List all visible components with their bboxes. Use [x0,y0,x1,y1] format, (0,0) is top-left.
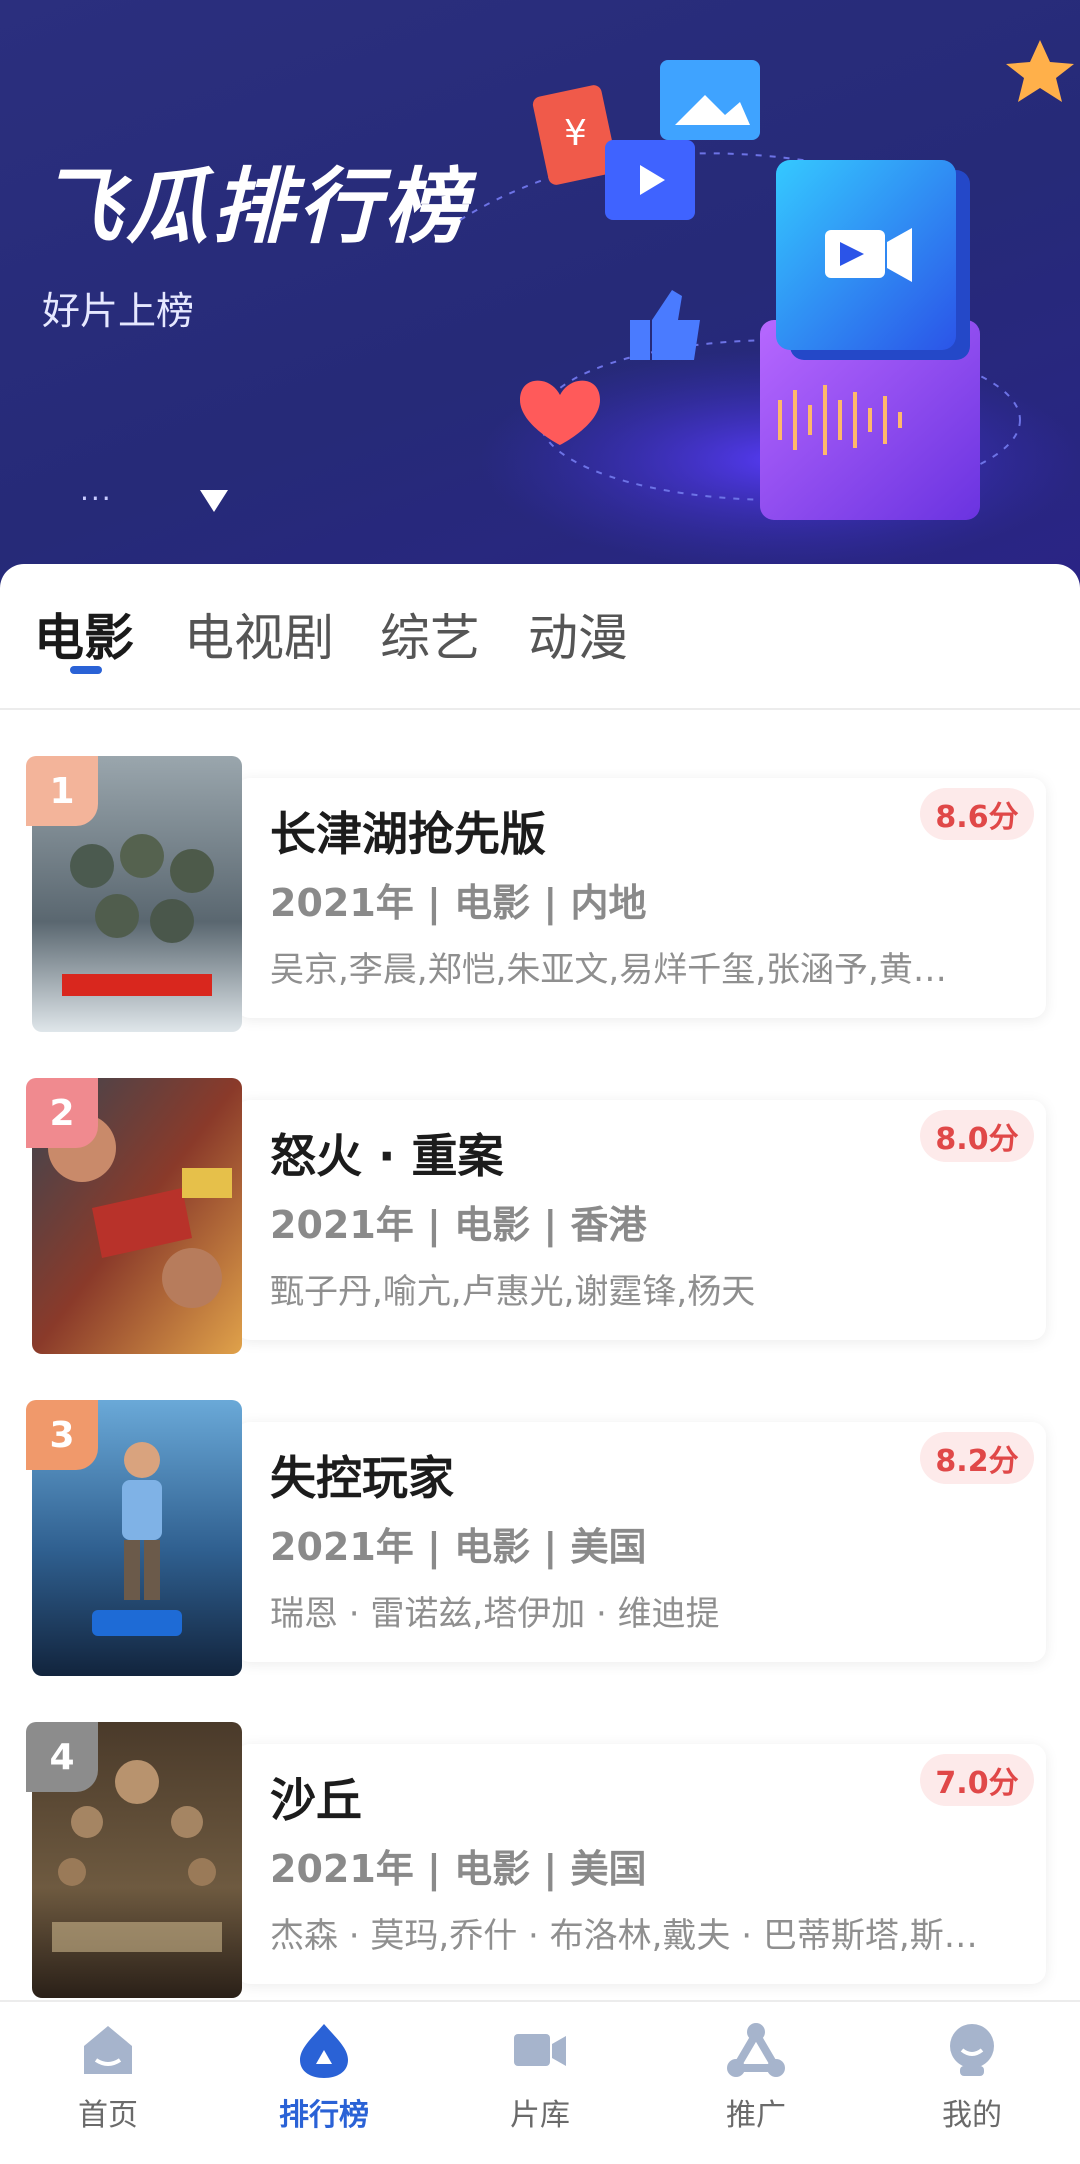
nav-library[interactable]: 片库 [460,2020,620,2140]
movie-cast: 瑞恩 · 雷诺兹,塔伊加 · 维迪提 [270,1594,720,1634]
movie-cast: 吴京,李晨,郑恺,朱亚文,易烊千玺,张涵予,黄… [270,950,947,990]
svg-text:¥: ¥ [564,113,587,154]
movie-title[interactable]: 怒火 · 重案 [270,1120,504,1186]
movie-title[interactable]: 沙丘 [270,1764,362,1830]
movie-meta: 2021年 | 电影 | 美国 [270,1847,647,1891]
tab-anime[interactable]: 动漫 [528,598,628,670]
nav-profile[interactable]: 我的 [892,2020,1052,2140]
nav-label: 我的 [942,2098,1002,2133]
page-subtitle: 好片上榜 [42,289,195,333]
more-dots-icon[interactable]: ··· [80,482,113,515]
nav-label: 排行榜 [279,2098,369,2133]
movie-title[interactable]: 失控玩家 [270,1442,454,1508]
nav-label: 推广 [726,2098,786,2133]
rank-badge: 3 [26,1400,98,1470]
rank-badge: 1 [26,756,98,826]
share-icon [727,2023,785,2077]
page-title: 飞瓜排行榜 [40,160,470,255]
movie-cast: 甄子丹,喻亢,卢惠光,谢霆锋,杨天 [270,1272,756,1312]
list-item[interactable]: 1 长津湖抢先版 2021年 | 电影 | 内地 吴京,李晨,郑恺,朱亚文,易烊… [0,712,1080,1032]
score-badge: 7.0分 [920,1754,1034,1806]
user-icon [950,2024,994,2076]
home-icon [84,2026,132,2074]
movie-title[interactable]: 长津湖抢先版 [270,798,546,864]
nav-ranking[interactable]: 排行榜 [244,2020,404,2140]
category-tabs: 电影 电视剧 综艺 动漫 [0,564,1080,710]
movie-meta: 2021年 | 电影 | 内地 [270,881,647,925]
hero-banner: 飞瓜排行榜 好片上榜 ··· ¥ [0,0,1080,600]
nav-home[interactable]: 首页 [28,2020,188,2140]
tab-movies[interactable]: 电影 [34,598,134,670]
movie-meta: 2021年 | 电影 | 香港 [270,1203,647,1247]
list-item[interactable]: 2 怒火 · 重案 2021年 | 电影 | 香港 甄子丹,喻亢,卢惠光,谢霆锋… [0,1034,1080,1354]
active-tab-indicator [70,666,102,674]
score-badge: 8.6分 [920,788,1034,840]
score-badge: 8.2分 [920,1432,1034,1484]
nav-promote[interactable]: 推广 [676,2020,836,2140]
tab-variety[interactable]: 综艺 [380,598,480,670]
bottom-navigation: 首页 排行榜 片库 推广 我的 [0,2000,1080,2164]
rank-badge: 4 [26,1722,98,1792]
dropdown-caret-icon[interactable] [200,490,228,512]
list-item[interactable]: 4 沙丘 2021年 | 电影 | 美国 杰森 · 莫玛,乔什 · 布洛林,戴夫… [0,1678,1080,1998]
tab-tv-series[interactable]: 电视剧 [184,598,334,670]
score-badge: 8.0分 [920,1110,1034,1162]
video-camera-icon [514,2034,566,2066]
movie-meta: 2021年 | 电影 | 美国 [270,1525,647,1569]
rank-badge: 2 [26,1078,98,1148]
hero-illustration: ¥ [459,40,1080,570]
nav-label: 首页 [78,2098,138,2133]
movie-cast: 杰森 · 莫玛,乔什 · 布洛林,戴夫 · 巴蒂斯塔,斯… [270,1916,978,1956]
ranking-icon [300,2024,348,2078]
nav-label: 片库 [510,2098,570,2133]
list-item[interactable]: 3 失控玩家 2021年 | 电影 | 美国 瑞恩 · 雷诺兹,塔伊加 · 维迪… [0,1356,1080,1676]
